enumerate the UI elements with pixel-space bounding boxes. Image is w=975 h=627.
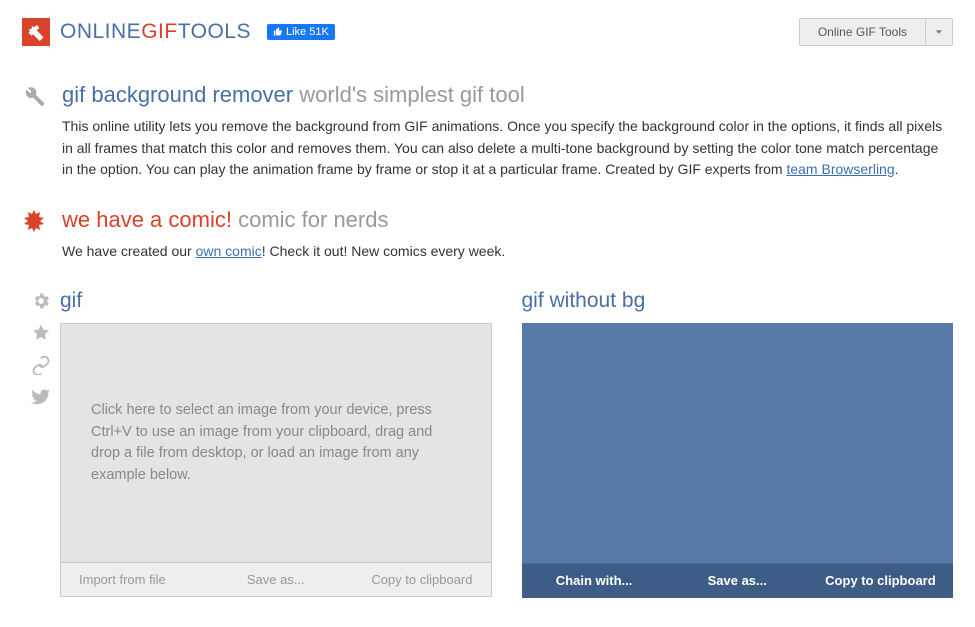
tool-description: This online utility lets you remove the … — [62, 116, 953, 181]
gear-icon[interactable] — [31, 291, 51, 311]
own-comic-link[interactable]: own comic — [196, 243, 262, 259]
link-icon[interactable] — [31, 355, 51, 375]
file-dropzone[interactable]: Click here to select an image from your … — [60, 323, 492, 563]
brand-text[interactable]: ONLINEGIFTOOLS — [60, 20, 251, 44]
output-panel-title: gif without bg — [522, 289, 954, 313]
team-browserling-link[interactable]: team Browserling — [786, 161, 894, 177]
input-panel: gif Click here to select an image from y… — [60, 289, 492, 598]
output-preview[interactable] — [522, 323, 954, 563]
thumbs-up-icon — [273, 27, 283, 37]
output-panel: gif without bg Chain with... Save as... … — [522, 289, 954, 598]
site-selector-dropdown[interactable]: Online GIF Tools — [799, 18, 953, 46]
facebook-like-button[interactable]: Like 51K — [267, 24, 335, 40]
output-actions: Chain with... Save as... Copy to clipboa… — [522, 563, 954, 598]
input-panel-title: gif — [60, 289, 492, 313]
burst-icon — [22, 207, 48, 263]
comic-title: we have a comic! comic for nerds — [62, 207, 953, 233]
import-from-file-button[interactable]: Import from file — [61, 563, 209, 596]
output-copy-button[interactable]: Copy to clipboard — [809, 564, 952, 597]
input-actions: Import from file Save as... Copy to clip… — [60, 563, 492, 597]
star-icon[interactable] — [31, 323, 51, 343]
output-save-as-button[interactable]: Save as... — [666, 564, 809, 597]
copy-to-clipboard-button[interactable]: Copy to clipboard — [343, 563, 491, 596]
chevron-down-icon — [925, 19, 952, 45]
wrench-icon — [22, 82, 48, 181]
chain-with-button[interactable]: Chain with... — [523, 564, 666, 597]
twitter-icon[interactable] — [31, 387, 51, 407]
tool-title: gif background remover world's simplest … — [62, 82, 953, 108]
logo-icon[interactable] — [22, 18, 50, 46]
comic-description: We have created our own comic! Check it … — [62, 241, 953, 263]
save-as-button[interactable]: Save as... — [209, 563, 343, 596]
dropzone-placeholder: Click here to select an image from your … — [91, 400, 451, 487]
